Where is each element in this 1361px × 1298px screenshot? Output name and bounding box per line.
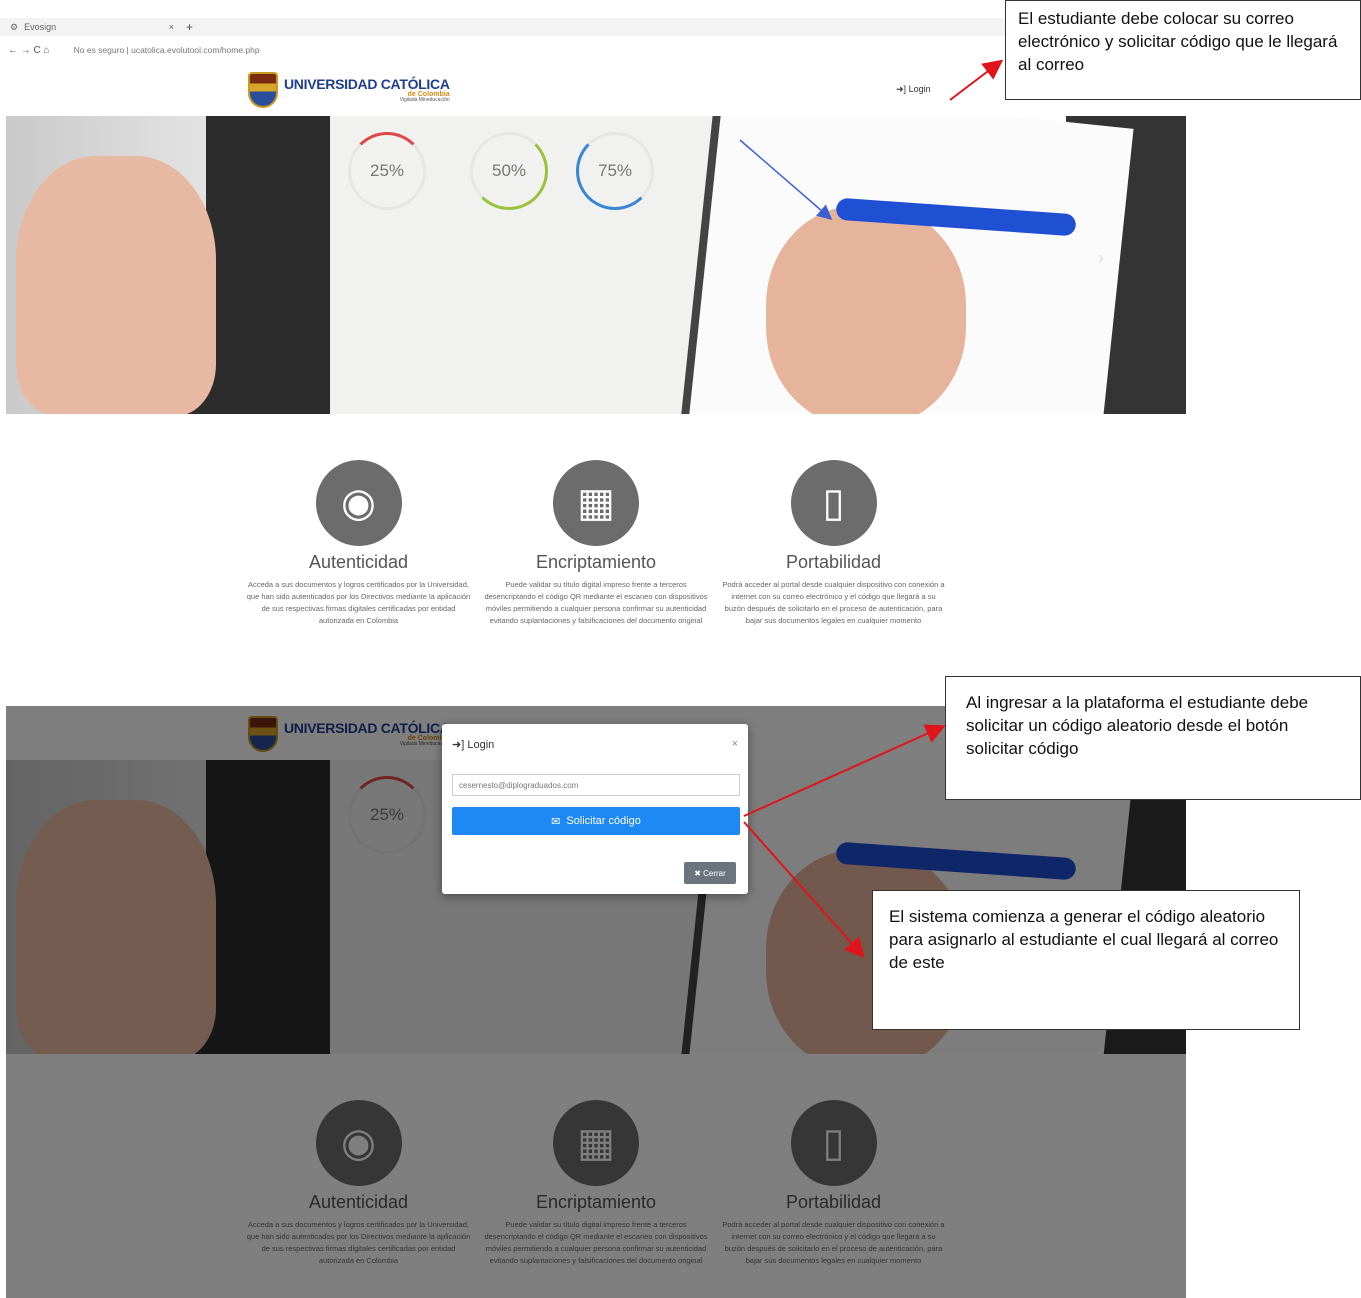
feature-title: Portabilidad — [785, 552, 882, 572]
url-field[interactable]: No es seguro | ucatolica.evolutool.com/h… — [74, 45, 260, 55]
feature-encriptamiento: ▦ Encriptamiento Puede validar su título… — [484, 460, 709, 627]
feature-description: Acceda a sus documentos y logros certifi… — [246, 580, 471, 625]
hero-carousel: 25% 50% 75% › — [6, 116, 1186, 414]
address-bar: ← → C ⌂ No es seguro | ucatolica.evoluto… — [0, 38, 1010, 62]
x-icon: ✖ — [694, 868, 704, 878]
modal-title-text: Login — [467, 739, 495, 751]
qr-code-icon: ▦ — [553, 460, 639, 546]
new-tab-button[interactable]: + — [186, 20, 193, 34]
sign-in-icon: ➜] — [896, 84, 907, 94]
carousel-next-icon[interactable]: › — [1098, 248, 1104, 269]
callout-system: El sistema comienza a generar el código … — [872, 890, 1300, 1030]
stat-circle: 75% — [576, 132, 654, 210]
callout-login: El estudiante debe colocar su correo ele… — [1005, 0, 1361, 100]
modal-title: ➜] Login — [452, 738, 494, 751]
stat-circle: 25% — [348, 132, 426, 210]
feature-description: Podrá acceder al portal desde cualquier … — [722, 580, 945, 625]
request-code-label: Solicitar código — [566, 815, 641, 827]
login-modal: ➜] Login × cesernesto@diplograduados.com… — [442, 724, 748, 894]
close-button-label: Cerrar — [703, 868, 726, 878]
callout-request: Al ingresar a la plataforma el estudiant… — [945, 676, 1361, 800]
shield-icon — [248, 72, 278, 108]
favicon-icon: ⚙ — [10, 21, 19, 32]
university-logo[interactable]: UNIVERSIDAD CATÓLICA de Colombia Vigilad… — [248, 72, 450, 108]
feature-portabilidad: ▯ Portabilidad Podrá acceder al portal d… — [721, 460, 946, 627]
feature-description: Puede validar su título digital impreso … — [484, 580, 708, 625]
envelope-icon: ✉ — [551, 815, 561, 828]
close-button[interactable]: ✖ Cerrar — [684, 862, 736, 884]
navigation-icons[interactable]: ← → C ⌂ — [8, 45, 50, 56]
email-field[interactable]: cesernesto@diplograduados.com — [452, 774, 740, 796]
stat-circle: 50% — [470, 132, 548, 210]
tab-title: Evosign — [24, 22, 57, 32]
feature-title: Autenticidad — [308, 552, 409, 572]
browser-tabbar: ⚙ Evosign × + — [0, 18, 1010, 36]
logo-main-text: UNIVERSIDAD CATÓLICA — [284, 76, 450, 92]
request-code-button[interactable]: ✉ Solicitar código — [452, 807, 740, 835]
hand-image — [766, 206, 966, 414]
login-label: Login — [908, 84, 931, 94]
fingerprint-icon: ◉ — [315, 460, 402, 546]
feature-title: Encriptamiento — [535, 552, 657, 572]
mobile-icon: ▯ — [790, 460, 877, 546]
hand-image — [16, 156, 216, 414]
tab-close-icon[interactable]: × — [169, 22, 174, 32]
logo-sub2-text: Vigilada Mineducación — [399, 97, 450, 103]
sign-in-icon: ➜] — [452, 739, 465, 751]
close-icon[interactable]: × — [732, 738, 738, 750]
features-section: ◉ Autenticidad Acceda a sus documentos y… — [246, 460, 946, 627]
browser-tab[interactable]: ⚙ Evosign × — [6, 18, 182, 36]
feature-autenticidad: ◉ Autenticidad Acceda a sus documentos y… — [246, 460, 471, 627]
login-link[interactable]: ➜] Login — [896, 84, 931, 95]
